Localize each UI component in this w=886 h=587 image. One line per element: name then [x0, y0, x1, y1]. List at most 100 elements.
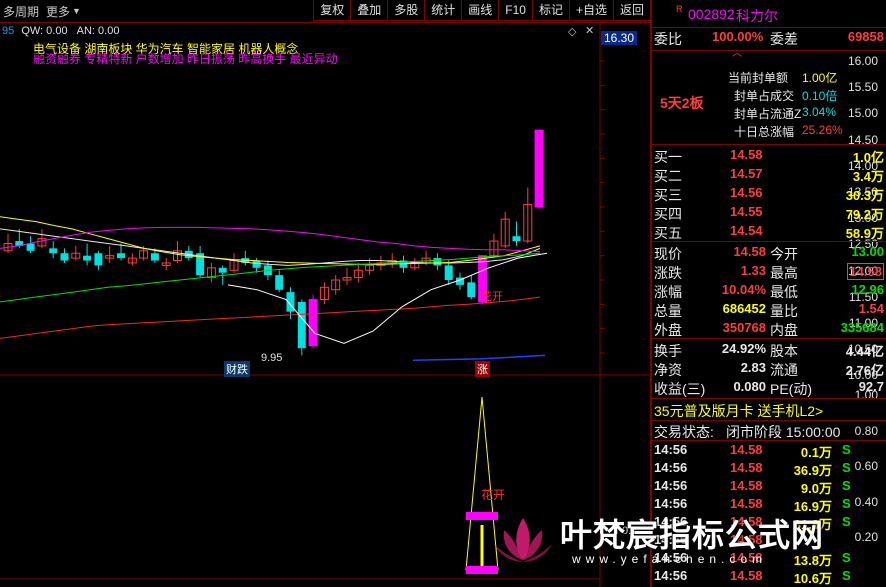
stock-code: 002892 — [688, 6, 735, 22]
tick-time: 14:56 — [654, 442, 688, 457]
tick-time: 14:56 — [654, 496, 688, 511]
fundamental-row: 收益(三) 0.080 PE(动) 92.7 — [652, 378, 886, 397]
stat-value: 14.58 — [847, 263, 884, 280]
bid-volume: 30.3万 — [845, 188, 884, 203]
fund-value: 2.83 — [740, 360, 766, 375]
candle-body — [308, 298, 318, 347]
stat-label: 量比 — [770, 303, 798, 319]
stat-label: 内盘 — [770, 322, 798, 338]
tick-side: S — [842, 568, 851, 583]
candle-body — [444, 265, 453, 280]
fund-value: 0.080 — [733, 379, 766, 394]
candle-body — [218, 267, 227, 273]
tick-row: 14:56 14.58 36.9万 S — [652, 459, 886, 478]
candle-body — [297, 301, 306, 349]
bid-label: 买三 — [654, 187, 682, 203]
ma5-line — [0, 228, 541, 266]
bid-label: 买一 — [654, 149, 682, 165]
fund-label: PE(动) — [770, 381, 812, 397]
boll-lower-line — [412, 354, 546, 362]
divider — [652, 338, 886, 339]
ten-day-label: 十日总涨幅 — [734, 125, 795, 139]
margin-badge: R — [676, 4, 683, 14]
stat-row: 总量 686452 量比 1.54 — [652, 300, 886, 319]
bid-row[interactable]: 买五 14.54 58.9万 — [652, 222, 886, 241]
low-price-label: 9.95 — [261, 352, 283, 364]
fundamental-row: 净资 2.83 流通 2.76亿 — [652, 359, 886, 378]
seal-float: 3.04% — [802, 105, 837, 119]
tick-side: S — [842, 460, 851, 475]
candle-body — [534, 129, 544, 208]
tick-time: 14:56 — [654, 460, 688, 475]
bid-row[interactable]: 买一 14.58 1.0亿 — [652, 146, 886, 165]
quote-panel: R 002892 科力尔 委比 100.00% 委差 69858 ︿ 5天2板 … — [652, 0, 886, 587]
ten-day-gain: 25.26% — [802, 123, 843, 137]
fund-label: 净资 — [654, 362, 682, 378]
seal-amount: 1.00亿 — [802, 71, 838, 85]
promo-link[interactable]: 35元普及版月卡 送手机L2> — [654, 401, 823, 421]
bid-price: 14.58 — [730, 147, 763, 162]
ma120-line — [0, 296, 541, 339]
weibi-value: 100.00% — [712, 29, 764, 44]
stat-value: 13.00 — [851, 244, 884, 259]
tick-side: S — [842, 442, 851, 457]
weicha-label: 委差 — [770, 31, 798, 47]
weibi-label: 委比 — [654, 31, 682, 47]
stat-value: 1.54 — [858, 301, 884, 316]
stat-value: 12.96 — [851, 282, 884, 297]
stat-row: 涨跌 1.33 最高 14.58 — [652, 262, 886, 281]
candle-body — [60, 253, 69, 261]
bid-price: 14.56 — [730, 185, 763, 200]
market-status: 闭市阶段 15:00:00 — [726, 424, 841, 440]
fund-label: 流通 — [770, 362, 798, 378]
candle-body — [150, 253, 159, 261]
stat-label: 最高 — [770, 265, 798, 281]
tick-row: 14:56 14.58 10.6万 S — [652, 567, 886, 586]
tick-time: 14:56 — [654, 568, 688, 583]
candle-body — [117, 253, 125, 259]
tick-price: 14.58 — [730, 442, 763, 457]
stat-label: 今开 — [770, 246, 798, 262]
stat-value: 686452 — [722, 301, 766, 316]
status-label: 交易状态: — [654, 424, 714, 440]
caidie-tag: 财跌 — [224, 361, 250, 377]
tick-price: 14.58 — [730, 568, 763, 583]
stat-label: 最低 — [770, 284, 798, 300]
fund-value: 92.7 — [858, 379, 884, 394]
candle-body — [83, 255, 92, 261]
fund-value: 2.76亿 — [845, 363, 884, 378]
divider — [652, 241, 886, 242]
candle-body — [49, 248, 58, 254]
bid-price: 14.55 — [730, 204, 763, 219]
bid-row[interactable]: 买三 14.56 30.3万 — [652, 184, 886, 203]
tick-side: S — [842, 478, 851, 493]
bid-row[interactable]: 买四 14.55 79.2万 — [652, 203, 886, 222]
chevron-up-icon[interactable]: ︿ — [732, 44, 742, 59]
watermark-url: www.yefanchen.com — [572, 552, 768, 566]
seal-turnover-label: 封单占成交 — [734, 89, 795, 103]
candle-body — [26, 243, 35, 251]
divider — [652, 398, 886, 399]
lotus-logo — [490, 510, 556, 570]
zhang-tag: 涨 — [475, 361, 490, 377]
bid-label: 买二 — [654, 168, 682, 184]
divider — [652, 144, 886, 145]
fund-label: 股本 — [770, 343, 798, 359]
candle-body — [467, 282, 476, 298]
candle-body — [94, 253, 103, 266]
candle-body — [512, 236, 521, 242]
candle-body — [252, 260, 261, 268]
tick-price: 14.58 — [730, 478, 763, 493]
stat-value: 1.33 — [740, 263, 766, 278]
tick-side: S — [842, 496, 851, 511]
kline-chart[interactable] — [0, 0, 650, 587]
tick-price: 14.58 — [730, 496, 763, 511]
bid-row[interactable]: 买二 14.57 3.4万 — [652, 165, 886, 184]
fundamental-row: 换手 24.92% 股本 4.44亿 — [652, 340, 886, 359]
fund-label: 换手 — [654, 343, 682, 359]
watermark-title: 叶梵宸指标公式网 — [560, 517, 825, 553]
divider — [652, 50, 886, 51]
bid-volume: 58.9万 — [845, 226, 884, 241]
stat-row: 现价 14.58 今开 13.00 — [652, 243, 886, 262]
stat-row: 外盘 350768 内盘 335684 — [652, 319, 886, 338]
